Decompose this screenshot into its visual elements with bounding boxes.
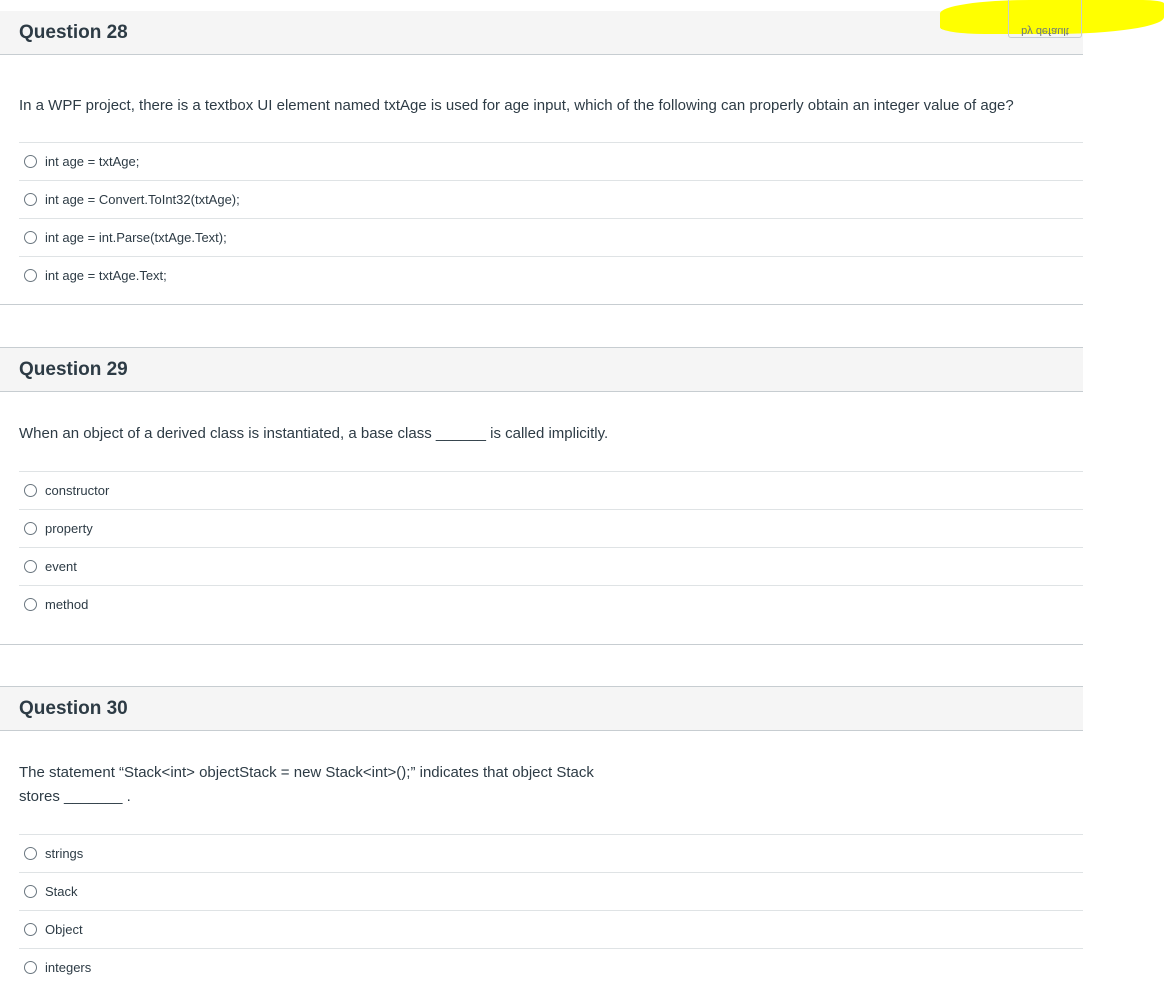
radio-button[interactable] [24,885,37,898]
answer-list: constructor property event method [19,471,1083,623]
answer-label: int age = int.Parse(txtAge.Text); [45,230,227,245]
answer-label: property [45,521,93,536]
question-text: The statement “Stack<int> objectStack = … [19,764,594,805]
question-28: Question 28 In a WPF project, there is a… [0,11,1083,305]
question-title: Question 28 [19,21,128,43]
question-title: Question 30 [19,697,128,719]
answer-option[interactable]: method [19,585,1083,623]
question-header: Question 29 [0,348,1083,392]
answer-option[interactable]: constructor [19,471,1083,509]
radio-button[interactable] [24,847,37,860]
answer-label: int age = txtAge; [45,154,140,169]
answer-option[interactable]: strings [19,834,1083,872]
radio-button[interactable] [24,560,37,573]
tooltip-text: by default [1021,25,1069,37]
radio-button[interactable] [24,155,37,168]
question-header: Question 28 [0,11,1083,55]
answer-label: integers [45,960,92,975]
radio-button[interactable] [24,522,37,535]
radio-button[interactable] [24,598,37,611]
tooltip: by default [1008,0,1082,38]
answer-list: int age = txtAge; int age = Convert.ToIn… [19,142,1083,294]
answer-list: strings Stack Object integers [19,834,1083,986]
question-title: Question 29 [19,358,128,380]
answer-option[interactable]: Stack [19,872,1083,910]
answer-option[interactable]: int age = int.Parse(txtAge.Text); [19,218,1083,256]
answer-label: constructor [45,483,110,498]
answer-option[interactable]: event [19,547,1083,585]
answer-label: strings [45,846,84,861]
question-text: When an object of a derived class is ins… [19,425,609,442]
answer-label: int age = Convert.ToInt32(txtAge); [45,192,240,207]
question-text: In a WPF project, there is a textbox UI … [19,97,1014,114]
answer-label: Stack [45,884,78,899]
question-29: Question 29 When an object of a derived … [0,347,1083,645]
answer-label: event [45,559,77,574]
radio-button[interactable] [24,961,37,974]
answer-option[interactable]: integers [19,948,1083,986]
answer-option[interactable]: Object [19,910,1083,948]
radio-button[interactable] [24,269,37,282]
radio-button[interactable] [24,193,37,206]
radio-button[interactable] [24,231,37,244]
answer-label: Object [45,922,83,937]
answer-option[interactable]: int age = txtAge.Text; [19,256,1083,294]
answer-option[interactable]: property [19,509,1083,547]
answer-label: method [45,597,89,612]
radio-button[interactable] [24,923,37,936]
answer-option[interactable]: int age = txtAge; [19,142,1083,180]
answer-label: int age = txtAge.Text; [45,268,167,283]
radio-button[interactable] [24,484,37,497]
question-30: Question 30 The statement “Stack<int> ob… [0,686,1083,989]
question-header: Question 30 [0,687,1083,731]
answer-option[interactable]: int age = Convert.ToInt32(txtAge); [19,180,1083,218]
